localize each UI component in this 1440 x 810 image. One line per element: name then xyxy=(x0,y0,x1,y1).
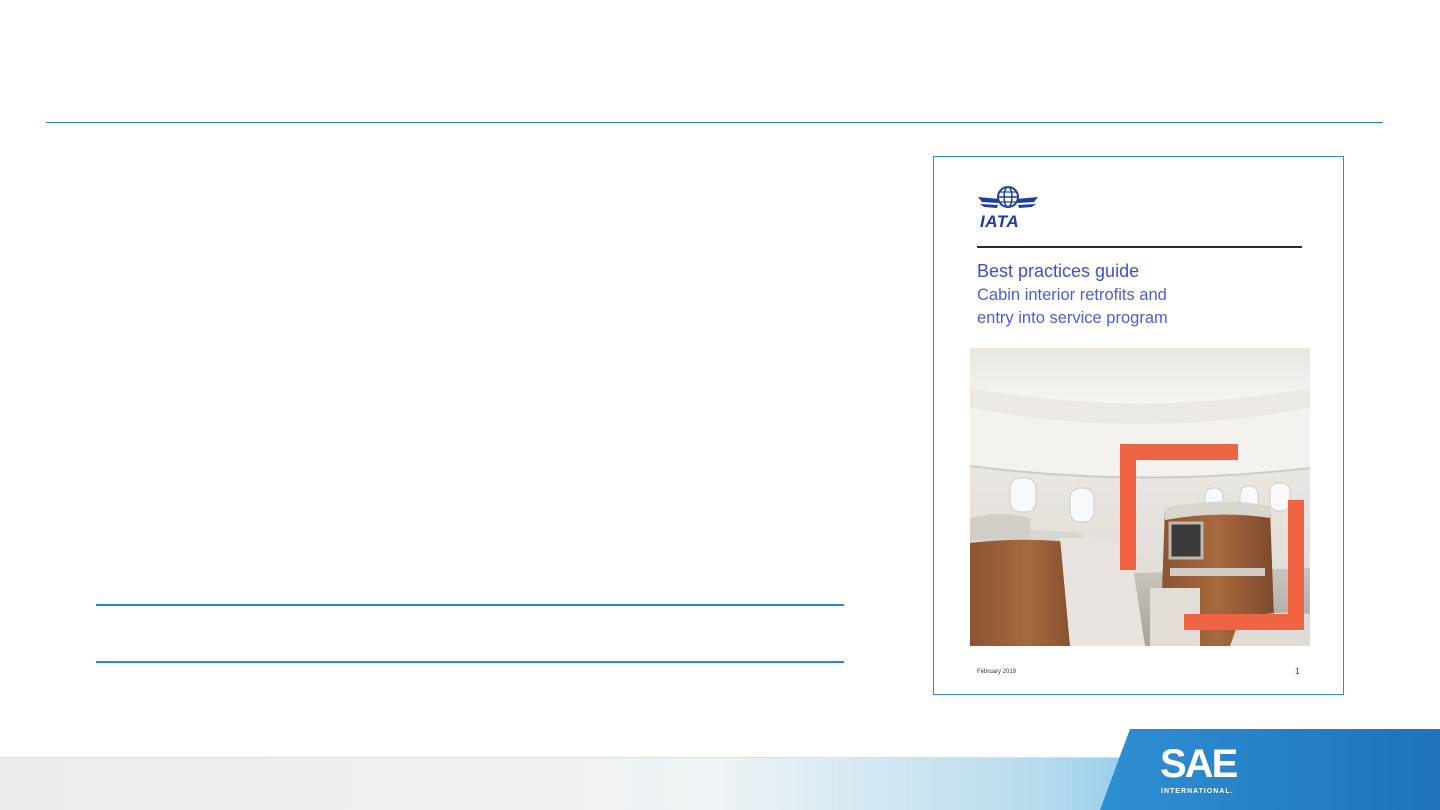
cover-divider xyxy=(977,246,1302,248)
content-divider-top xyxy=(96,604,844,606)
cover-title: Best practices guide xyxy=(977,261,1140,281)
cabin-interior-photo xyxy=(970,348,1310,646)
iata-logo-text: IATA xyxy=(980,212,1020,231)
cover-subtitle-line-2: entry into service program xyxy=(977,309,1168,327)
document-cover-thumbnail: IATA Best practices guide Cabin interior… xyxy=(933,156,1344,695)
cover-date: February 2019 xyxy=(977,669,1017,675)
content-divider-bottom xyxy=(96,661,844,663)
cover-page-number: 1 xyxy=(1295,667,1300,676)
cover-subtitle-line-1: Cabin interior retrofits and xyxy=(977,286,1167,304)
sae-logo-subtitle: INTERNATIONAL. xyxy=(1161,788,1234,795)
sae-logo: SAE xyxy=(1160,742,1238,786)
sae-logo-background xyxy=(1100,729,1440,810)
header-divider xyxy=(46,122,1383,123)
